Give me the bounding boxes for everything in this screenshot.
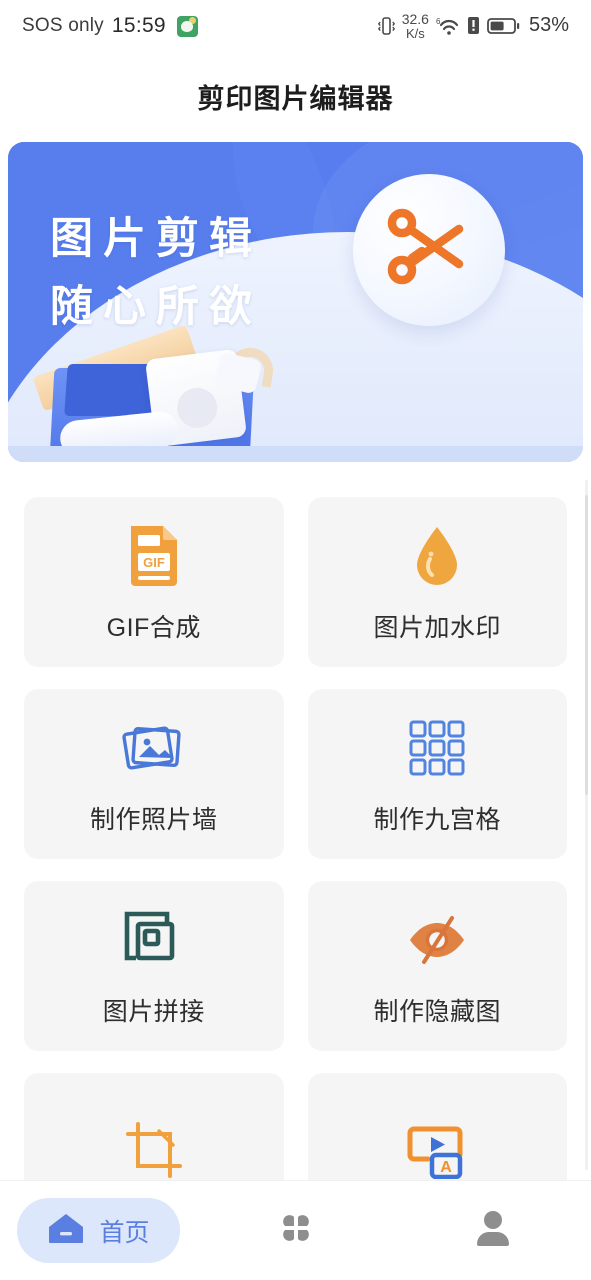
feature-grid: GIF GIF合成 图片加水印 制作照片墙 制作九宫格 图片拼接 制作隐藏图 A bbox=[0, 466, 591, 1180]
status-bar-right: 32.6 K/s 6 53% bbox=[377, 12, 569, 40]
svg-text:A: A bbox=[440, 1159, 452, 1176]
scissors-icon bbox=[377, 196, 481, 305]
crop-icon bbox=[125, 1114, 183, 1180]
nav-item-home[interactable]: 首页 bbox=[0, 1181, 197, 1280]
person-icon bbox=[474, 1208, 512, 1253]
feature-label: GIF合成 bbox=[106, 614, 201, 642]
water-drop-icon bbox=[410, 520, 464, 592]
open-box-illustration bbox=[32, 320, 322, 462]
nav-item-tools[interactable] bbox=[197, 1181, 394, 1280]
banner-bottom-strip bbox=[8, 446, 583, 462]
network-speed-value: 32.6 bbox=[401, 11, 429, 28]
feature-card-add-watermark[interactable]: 图片加水印 bbox=[307, 497, 567, 667]
battery-percent-label: 53% bbox=[528, 14, 569, 37]
home-icon bbox=[47, 1211, 85, 1250]
overlap-squares-icon bbox=[123, 904, 185, 976]
apps-grid-icon bbox=[276, 1208, 316, 1253]
status-bar-left: SOS only 15:59 bbox=[22, 14, 198, 38]
wifi-icon: 6 bbox=[436, 15, 460, 37]
gif-file-icon: GIF bbox=[125, 520, 183, 592]
feature-card-crop[interactable] bbox=[24, 1073, 284, 1180]
sim-alert-icon bbox=[467, 15, 480, 36]
vibrate-icon bbox=[377, 15, 395, 37]
feature-card-gif-compose[interactable]: GIF GIF合成 bbox=[24, 497, 284, 667]
scrollbar-thumb[interactable] bbox=[585, 495, 588, 795]
feature-label: 图片拼接 bbox=[102, 998, 205, 1026]
feature-card-image-stitch[interactable]: 图片拼接 bbox=[24, 881, 284, 1051]
eye-off-icon bbox=[405, 904, 469, 976]
feature-scroll-area[interactable]: GIF GIF合成 图片加水印 制作照片墙 制作九宫格 图片拼接 制作隐藏图 A bbox=[0, 466, 591, 1180]
nav-item-profile[interactable] bbox=[394, 1181, 591, 1280]
feature-card-photo-wall[interactable]: 制作照片墙 bbox=[24, 689, 284, 859]
video-subtitle-icon: A bbox=[406, 1114, 468, 1180]
feature-label: 制作隐藏图 bbox=[373, 998, 501, 1026]
feature-label: 制作九宫格 bbox=[373, 806, 501, 834]
app-screen: SOS only 15:59 32.6 K/s 6 53% 剪印图片编辑器 图片… bbox=[0, 0, 591, 1280]
nav-home-pill[interactable]: 首页 bbox=[17, 1198, 180, 1263]
feature-card-video-subtitle[interactable]: A bbox=[307, 1073, 567, 1180]
nav-home-label: 首页 bbox=[99, 1218, 150, 1247]
promo-banner[interactable]: 图片剪辑 随心所欲 bbox=[8, 142, 583, 462]
status-bar: SOS only 15:59 32.6 K/s 6 53% bbox=[0, 0, 591, 52]
photo-stack-icon bbox=[121, 712, 187, 784]
svg-text:GIF: GIF bbox=[143, 555, 165, 570]
feature-label: 制作照片墙 bbox=[89, 806, 218, 834]
feature-card-hidden-image[interactable]: 制作隐藏图 bbox=[307, 881, 567, 1051]
battery-icon bbox=[487, 16, 520, 36]
feature-label: 图片加水印 bbox=[373, 614, 501, 642]
feature-card-nine-grid[interactable]: 制作九宫格 bbox=[307, 689, 567, 859]
clock-label: 15:59 bbox=[111, 14, 166, 37]
title-bar: 剪印图片编辑器 bbox=[0, 52, 591, 140]
banner-badge-circle bbox=[353, 174, 505, 326]
bottom-navigation: 首页 bbox=[0, 1180, 591, 1280]
notification-app-icon bbox=[176, 15, 198, 37]
page-title: 剪印图片编辑器 bbox=[197, 83, 394, 114]
network-speed-unit: K/s bbox=[405, 25, 425, 41]
grid-3x3-icon bbox=[408, 712, 466, 784]
network-speed: 32.6 K/s bbox=[402, 12, 429, 40]
banner-headline-line1: 图片剪辑 bbox=[50, 215, 262, 263]
carrier-label: SOS only bbox=[22, 15, 104, 36]
